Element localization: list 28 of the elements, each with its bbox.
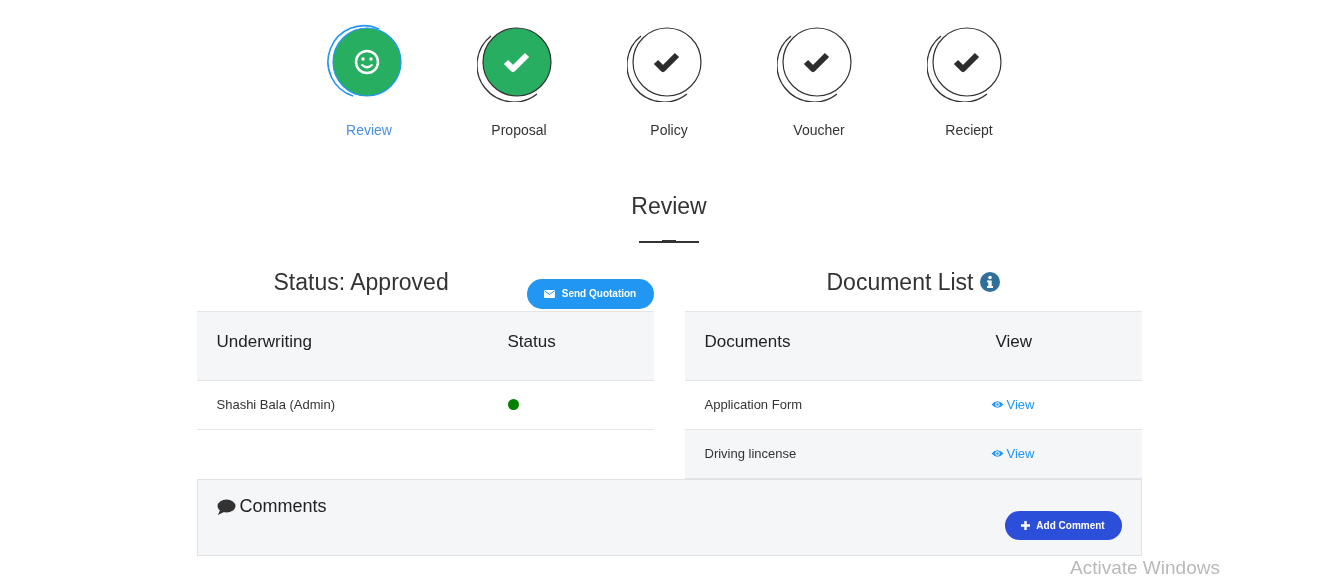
step-label[interactable]: Review: [346, 120, 392, 141]
checkmark-step-icon[interactable]: [627, 24, 705, 102]
envelope-icon: [543, 289, 555, 298]
checkmark-step-icon[interactable]: [477, 24, 555, 102]
plus-icon: [1021, 520, 1031, 530]
section-title: Review: [631, 192, 707, 221]
table-cell-text: Application Form: [704, 395, 804, 414]
eye-icon: [990, 449, 1004, 458]
panel-title: Document List: [826, 267, 974, 297]
comments-title: Comments: [239, 495, 327, 518]
add-comment-button[interactable]: Add Comment: [1004, 510, 1122, 540]
activation-watermark: Activate Windows: [1070, 556, 1220, 580]
eye-icon: [990, 400, 1004, 409]
column-header: View: [995, 330, 1033, 353]
step-label[interactable]: Reciept: [945, 120, 993, 141]
checkmark-step-icon[interactable]: [927, 24, 1005, 102]
column-header: Documents: [704, 330, 792, 353]
column-header: Underwriting: [216, 330, 313, 353]
table-cell-text: Shashi Bala (Admin): [216, 395, 336, 414]
checkmark-step-icon[interactable]: [777, 24, 855, 102]
table-cell-text: Driving lincense: [704, 444, 798, 463]
step-label[interactable]: Proposal: [491, 120, 547, 141]
speech-bubble-icon: [216, 498, 236, 515]
step-label[interactable]: Voucher: [793, 120, 845, 141]
info-icon[interactable]: [979, 271, 1000, 292]
column-header: Status: [507, 330, 556, 353]
panel-title: Status: Approved: [273, 267, 449, 297]
step-label[interactable]: Policy: [650, 120, 688, 141]
